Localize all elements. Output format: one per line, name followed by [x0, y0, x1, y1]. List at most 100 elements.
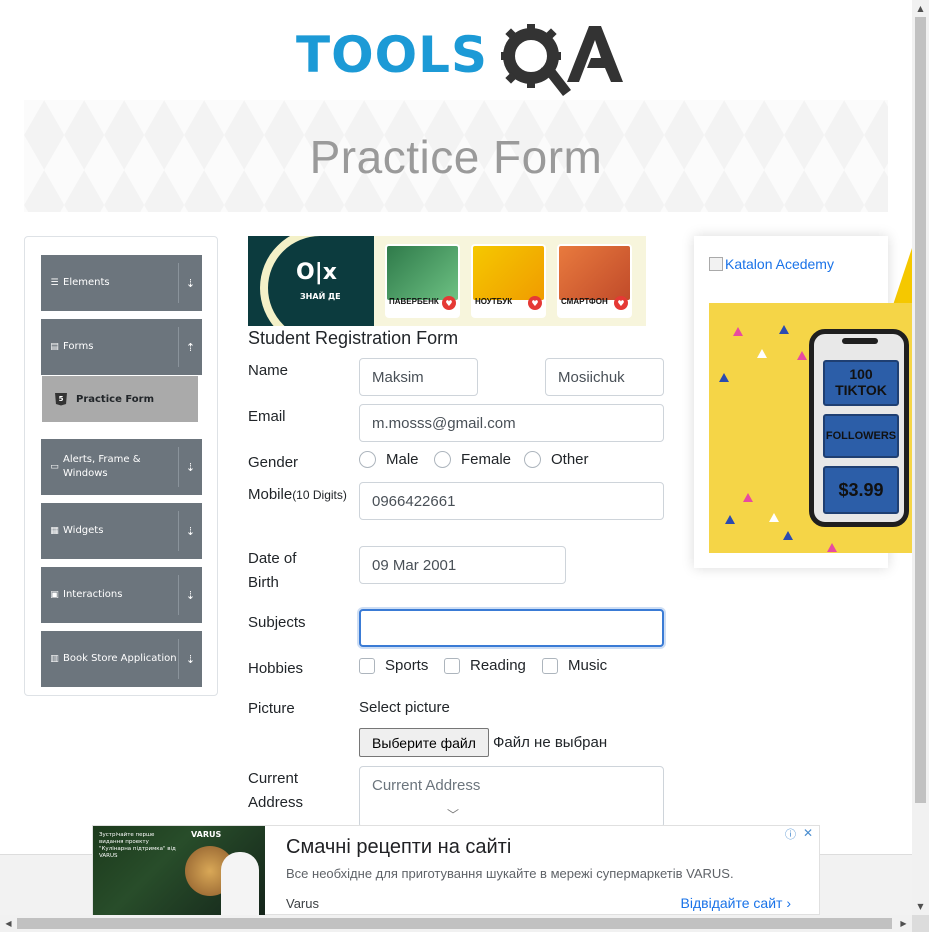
expand-arrow-icon[interactable]: ⇣ — [178, 639, 202, 679]
heart-icon: ♥ — [528, 296, 542, 310]
first-name-input[interactable]: Maksim — [359, 358, 478, 396]
hobbies-label: Hobbies — [248, 660, 304, 677]
olx-logo: O|x — [296, 260, 337, 285]
gender-radio-male[interactable]: Male — [359, 451, 419, 468]
price-box: $3.99 — [823, 466, 899, 514]
ad-title[interactable]: Смачні рецепти на сайті — [286, 836, 511, 859]
checkbox[interactable] — [359, 657, 375, 674]
sidebar-group-widgets[interactable]: ▦ Widgets ⇣ — [41, 503, 202, 559]
checkbox-label: Sports — [385, 657, 429, 674]
decorative-triangle — [769, 513, 779, 522]
ad-card-label: НОУТБУК — [475, 297, 513, 306]
sidebar-group-label: Forms — [63, 341, 94, 352]
expand-arrow-icon[interactable]: ⇣ — [178, 511, 202, 551]
expand-arrow-icon[interactable]: ⇣ — [178, 575, 202, 615]
right-ad[interactable]: Katalon Acedemy 100 TIKTOK FOLLOWERS $3.9… — [694, 236, 912, 568]
katalon-link-text[interactable]: Katalon Acedemy — [725, 256, 834, 272]
gear-qa-icon — [501, 24, 623, 96]
ad-info-icon[interactable]: ⓘ — [785, 826, 799, 841]
sidebar-group-interactions[interactable]: ▣ Interactions ⇣ — [41, 567, 202, 623]
toolsqa-logo[interactable]: TOOLS — [296, 14, 626, 96]
close-icon[interactable]: ✕ — [803, 826, 817, 840]
radio-circle[interactable] — [434, 451, 451, 468]
checkbox[interactable] — [542, 657, 558, 674]
olx-ad-brand-panel: O|x ЗНАЙ ДЕ — [248, 236, 405, 326]
radio-circle[interactable] — [359, 451, 376, 468]
email-label: Email — [248, 408, 286, 425]
hobby-checkbox-reading[interactable]: Reading — [444, 657, 526, 674]
checkbox-label: Reading — [470, 657, 526, 674]
varus-logo: VARUS — [191, 830, 222, 839]
sidebar-group-elements[interactable]: ☰ Elements ⇣ — [41, 255, 202, 311]
dob-label-line2: Birth — [248, 574, 279, 591]
logo-text: TOOLS — [296, 26, 488, 84]
html5-icon: 5 — [55, 392, 67, 406]
form-icon: ▤ — [50, 342, 59, 352]
date-of-birth-input[interactable]: 09 Mar 2001 — [359, 546, 566, 584]
checkbox[interactable] — [444, 657, 460, 674]
chef-image — [221, 852, 259, 916]
subjects-input[interactable] — [359, 609, 664, 647]
sidebar-group-label: Interactions — [63, 589, 123, 600]
scroll-left-arrow-icon[interactable]: ◀ — [0, 915, 17, 932]
collapse-arrow-icon[interactable]: ⇡ — [178, 327, 202, 367]
decorative-triangle — [725, 515, 735, 524]
ad-card-label: ПАВЕРБЕНК — [389, 297, 439, 306]
chevron-down-icon[interactable]: ﹀ — [447, 806, 459, 823]
katalon-link[interactable]: Katalon Acedemy — [709, 256, 834, 272]
ad-source: Varus — [286, 896, 319, 911]
ad-description: Все необхідне для приготування шукайте в… — [286, 866, 734, 881]
decorative-triangle — [783, 531, 793, 540]
hobby-checkbox-sports[interactable]: Sports — [359, 657, 428, 674]
tiktok-followers-ad[interactable]: 100 TIKTOK FOLLOWERS $3.99 — [709, 303, 912, 553]
radio-circle[interactable] — [524, 451, 541, 468]
decorative-triangle — [719, 373, 729, 382]
select-picture-label: Select picture — [359, 699, 450, 716]
ad-card[interactable]: СМАРТФОН ♥ — [557, 244, 632, 318]
dob-label: Date of Birth — [248, 547, 296, 595]
scroll-down-arrow-icon[interactable]: ▼ — [912, 898, 929, 915]
hobby-checkbox-music[interactable]: Music — [542, 657, 607, 674]
expand-arrow-icon[interactable]: ⇣ — [178, 263, 202, 303]
followers-count: 100 — [849, 366, 873, 382]
sidebar-group-forms[interactable]: ▤ Forms ⇡ — [41, 319, 202, 375]
varus-image-caption: Зустрічайте перше видання проекту "Кулін… — [99, 832, 176, 859]
decorative-triangle — [827, 543, 837, 552]
checkbox-label: Music — [568, 657, 608, 674]
address-label-line1: Current — [248, 770, 299, 787]
varus-ad[interactable]: Зустрічайте перше видання проекту "Кулін… — [92, 825, 820, 916]
phone-notch — [842, 338, 878, 344]
sidebar-group-alerts[interactable]: ▭ Alerts, Frame & Windows ⇣ — [41, 439, 202, 495]
mobile-field[interactable]: 0966422661 — [359, 482, 664, 520]
decorative-triangle — [797, 351, 807, 360]
ad-card[interactable]: ПАВЕРБЕНК ♥ — [385, 244, 460, 318]
scroll-right-arrow-icon[interactable]: ▶ — [895, 915, 912, 932]
form-title: Student Registration Form — [248, 328, 459, 348]
horizontal-scroll-thumb[interactable] — [17, 918, 892, 929]
file-status: Файл не выбран — [493, 734, 608, 751]
heart-icon: ♥ — [614, 296, 628, 310]
broken-image-icon — [709, 257, 723, 271]
vertical-scroll-thumb[interactable] — [915, 17, 926, 803]
vertical-scrollbar[interactable]: ▲ ▼ — [912, 0, 929, 915]
scroll-up-arrow-icon[interactable]: ▲ — [912, 0, 929, 17]
visit-site-link[interactable]: Відвідайте сайт › — [681, 895, 791, 911]
horizontal-scrollbar[interactable]: ◀ ▶ — [0, 915, 912, 932]
interaction-icon: ▣ — [50, 590, 59, 600]
tiktok-count-box: 100 TIKTOK — [823, 360, 899, 406]
sidebar-item-label: Practice Form — [76, 393, 154, 405]
decorative-triangle — [743, 493, 753, 502]
choose-file-button[interactable]: Выберите файл — [359, 728, 489, 757]
ad-card[interactable]: НОУТБУК ♥ — [471, 244, 546, 318]
last-name-input[interactable]: Mosiichuk — [545, 358, 664, 396]
gender-radio-female[interactable]: Female — [434, 451, 511, 468]
gender-radio-other[interactable]: Other — [524, 451, 589, 468]
current-address-textarea[interactable]: Current Address — [359, 766, 664, 828]
window-icon: ▭ — [50, 462, 59, 472]
expand-arrow-icon[interactable]: ⇣ — [178, 447, 202, 487]
email-field[interactable]: m.mosss@gmail.com — [359, 404, 664, 442]
sidebar-item-practice-form[interactable]: 5 Practice Form — [42, 376, 198, 422]
radio-label: Other — [551, 451, 589, 468]
sidebar-group-book-store[interactable]: ▥ Book Store Application ⇣ — [41, 631, 202, 687]
phone-graphic: 100 TIKTOK FOLLOWERS $3.99 — [809, 329, 909, 527]
